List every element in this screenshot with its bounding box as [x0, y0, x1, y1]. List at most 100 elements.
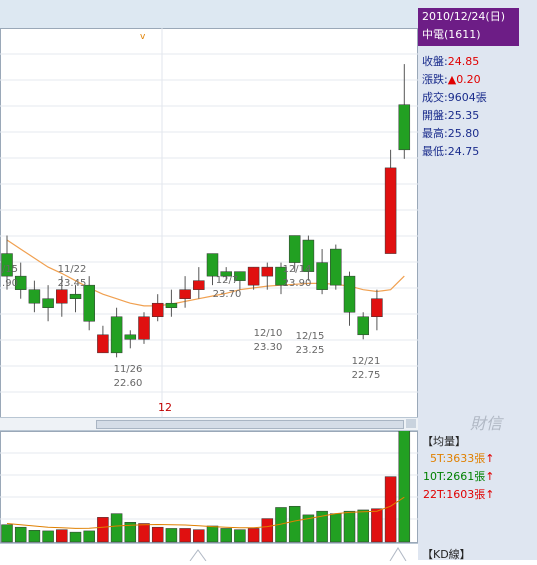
- volume-bar: [384, 476, 397, 543]
- low-value: 24.75: [447, 145, 480, 158]
- close-row: 收盤:24.85: [422, 53, 479, 69]
- candle-body: [138, 316, 150, 340]
- candle-body: [371, 298, 383, 317]
- volume-ma10: 10T:2661張↑: [423, 470, 495, 483]
- stock-name: 中電(1611): [422, 28, 481, 41]
- scrollbar-thumb[interactable]: [96, 420, 404, 429]
- quote-info-panel: 2010/12/24(日) 中電(1611) 收盤:24.85 漲跌:▲0.20…: [418, 0, 537, 561]
- kd-line: [189, 549, 207, 562]
- annotation-date: 12/15: [296, 331, 325, 342]
- candle-body: [56, 289, 68, 304]
- annotation-date: 12/10: [254, 328, 283, 339]
- candle-body: [247, 266, 260, 286]
- volume-bar: [398, 431, 411, 543]
- volume-bar: [220, 528, 232, 543]
- close-value: 24.85: [447, 55, 480, 68]
- open-label: 開盤:: [422, 109, 448, 122]
- volume-bar: [261, 518, 274, 543]
- candle-body: [165, 302, 178, 308]
- candle-body: [288, 235, 301, 263]
- change-value: 0.20: [456, 73, 481, 86]
- brand-watermark: 財信: [470, 414, 503, 433]
- volume-bar: [371, 508, 383, 543]
- candlestick[interactable]: [330, 244, 342, 290]
- quote-header: 2010/12/24(日) 中電(1611): [418, 8, 519, 46]
- price-chart[interactable]: /15 .90 11/22 23.45 11/26 22.60 12/7 23.70 12/14…: [0, 28, 418, 418]
- volume-bar: [206, 525, 219, 543]
- open-value: 25.35: [447, 109, 480, 122]
- volume-bar: [28, 530, 41, 543]
- candle-body: [206, 253, 219, 277]
- volume-value: 9604張: [447, 91, 487, 104]
- candle-body: [330, 248, 342, 286]
- high-row: 最高:25.80: [422, 125, 479, 141]
- volume-chart[interactable]: [0, 431, 418, 543]
- candle-body: [261, 266, 274, 277]
- annotation-price: 23.30: [254, 342, 283, 353]
- high-label: 最高:: [422, 127, 448, 140]
- kd-line-2: [389, 547, 407, 562]
- annotation-date: 12/14: [283, 264, 312, 275]
- candle-body: [316, 262, 328, 290]
- volume-bar: [179, 528, 191, 543]
- quote-date: 2010/12/24(日): [422, 10, 505, 23]
- kd-indicator-strip: [0, 543, 418, 562]
- annotation-price: 23.25: [296, 345, 325, 356]
- volume-bar: [288, 505, 301, 543]
- low-row: 最低:24.75: [422, 143, 479, 159]
- candlestick[interactable]: [138, 312, 150, 344]
- volume-label: 成交:: [422, 91, 448, 104]
- volume-bar: [234, 529, 246, 543]
- candle-body: [357, 316, 369, 336]
- annotation-price: 23.90: [283, 278, 312, 289]
- annotation-price: 23.45: [58, 278, 87, 289]
- volume-bar: [138, 523, 150, 543]
- volume-bar: [83, 530, 95, 543]
- annotation-price: 22.60: [114, 378, 143, 389]
- scroll-right-button[interactable]: [406, 419, 416, 428]
- close-label: 收盤:: [422, 55, 448, 68]
- candle-body: [179, 289, 191, 299]
- open-row: 開盤:25.35: [422, 107, 479, 123]
- candle-body: [28, 289, 41, 304]
- candle-body: [69, 293, 82, 299]
- candle-body: [97, 334, 109, 354]
- candle-body: [151, 302, 164, 317]
- up-triangle-icon: ▲: [447, 73, 457, 86]
- annotation-price: .90: [2, 278, 18, 289]
- chart-scrollbar[interactable]: [0, 417, 418, 431]
- volume-bar: [56, 529, 68, 543]
- candle-body: [83, 284, 95, 322]
- annotation-date: 11/22: [58, 264, 87, 275]
- low-label: 最低:: [422, 145, 448, 158]
- annotation-price: 23.70: [213, 289, 242, 300]
- volume-bar: [330, 513, 342, 543]
- month-label: 12: [158, 401, 172, 414]
- high-value: 25.80: [447, 127, 480, 140]
- candle-body: [124, 334, 137, 340]
- volume-ma5: 5T:3633張↑: [430, 452, 495, 465]
- annotation-date: 11/26: [114, 364, 143, 375]
- candle-body: [110, 316, 123, 354]
- volume-bar: [151, 526, 164, 543]
- volume-bar: [247, 528, 260, 543]
- volume-bar: [1, 524, 13, 543]
- volume-ma20: 22T:1603張↑: [423, 488, 495, 501]
- volume-bar: [357, 509, 369, 543]
- volume-panel-title: 【均量】: [422, 435, 466, 448]
- chart-header-bar: [0, 0, 418, 29]
- cursor-marker: v: [140, 32, 146, 42]
- volume-bar: [97, 517, 109, 543]
- candle-body: [193, 280, 205, 290]
- volume-bar: [14, 526, 27, 543]
- volume-bar: [69, 531, 82, 543]
- volume-bar: [343, 510, 356, 543]
- annotation-price: 22.75: [352, 370, 381, 381]
- volume-bar: [165, 528, 178, 543]
- change-row: 漲跌:▲0.20: [422, 71, 481, 87]
- change-label: 漲跌:: [422, 73, 448, 86]
- volume-bar: [42, 530, 54, 543]
- volume-row: 成交:9604張: [422, 89, 487, 105]
- volume-bar: [193, 529, 205, 543]
- annotation-date: 12/21: [352, 356, 381, 367]
